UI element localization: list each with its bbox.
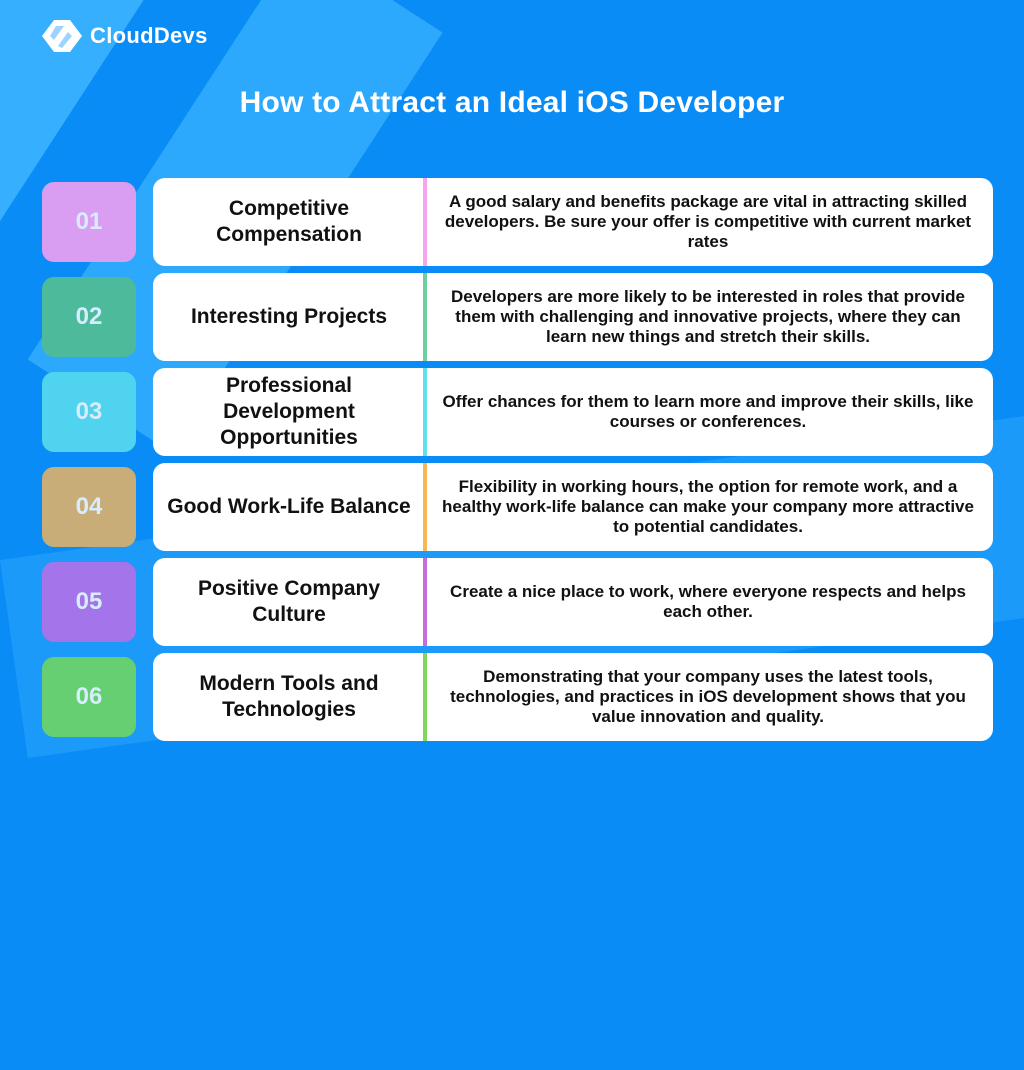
item-description: Demonstrating that your company uses the… [450, 667, 966, 726]
clouddevs-logo-icon [42, 20, 82, 52]
item-number-badge: 01 [42, 182, 136, 262]
page-title: How to Attract an Ideal iOS Developer [239, 86, 785, 119]
item-divider [423, 178, 427, 266]
item-number-badge: 03 [42, 372, 136, 452]
item-number-badge: 04 [42, 467, 136, 547]
item-description: Flexibility in working hours, the option… [442, 477, 974, 536]
item-card: Interesting Projects Developers are more… [153, 273, 993, 361]
item-number-badge: 02 [42, 277, 136, 357]
list-item: 04 Good Work-Life Balance Flexibility in… [0, 463, 1024, 551]
item-description: Create a nice place to work, where every… [450, 582, 966, 621]
item-divider [423, 463, 427, 551]
item-description: Developers are more likely to be interes… [451, 287, 965, 346]
list-item: 03 Professional Development Opportunitie… [0, 368, 1024, 456]
item-divider [423, 368, 427, 456]
list-item: 01 Competitive Compensation A good salar… [0, 178, 1024, 266]
item-name: Positive Company Culture [197, 577, 381, 626]
list-item: 02 Interesting Projects Developers are m… [0, 273, 1024, 361]
brand-logo: CloudDevs [40, 18, 208, 54]
item-divider [423, 558, 427, 646]
item-card: Positive Company Culture Create a nice p… [153, 558, 993, 646]
item-divider [423, 273, 427, 361]
list-item: 05 Positive Company Culture Create a nic… [0, 558, 1024, 646]
item-card: Competitive Compensation A good salary a… [153, 178, 993, 266]
item-card: Good Work-Life Balance Flexibility in wo… [153, 463, 993, 551]
item-card: Modern Tools and Technologies Demonstrat… [153, 653, 993, 741]
item-description: A good salary and benefits package are v… [444, 192, 972, 251]
item-number-badge: 05 [42, 562, 136, 642]
list-item: 06 Modern Tools and Technologies Demonst… [0, 653, 1024, 741]
brand-name: CloudDevs [90, 23, 208, 48]
item-name: Good Work-Life Balance [167, 495, 411, 518]
item-name: Competitive Compensation [216, 197, 362, 246]
item-description: Offer chances for them to learn more and… [442, 392, 974, 431]
item-name: Modern Tools and Technologies [199, 672, 379, 721]
item-name: Professional Development Opportunities [220, 374, 358, 449]
item-divider [423, 653, 427, 741]
item-number-badge: 06 [42, 657, 136, 737]
item-card: Professional Development Opportunities O… [153, 368, 993, 456]
item-name: Interesting Projects [190, 305, 388, 328]
